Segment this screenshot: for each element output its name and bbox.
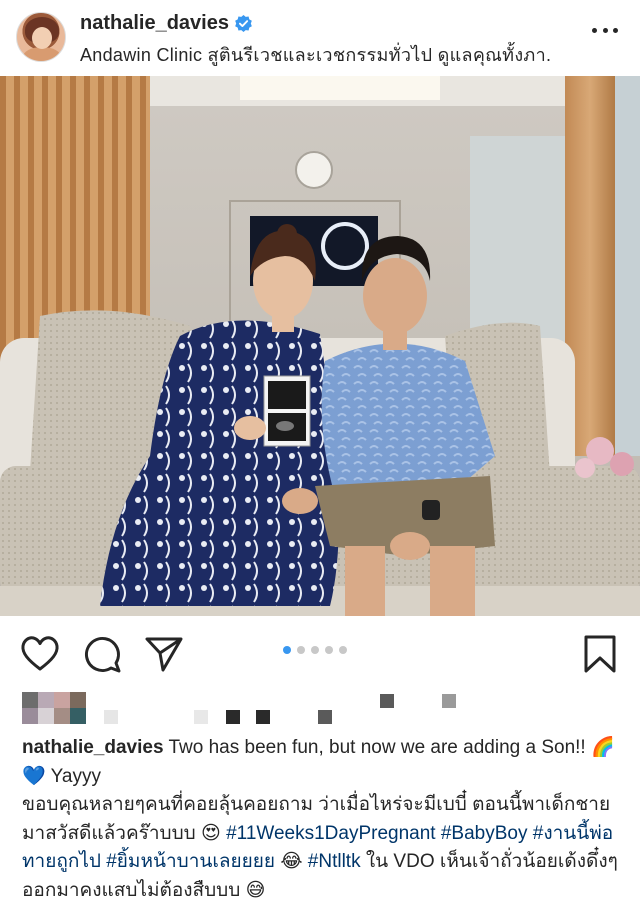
post-location[interactable]: Andawin Clinic สูตินรีเวชและเวชกรรมทั่วไ… [80,40,550,69]
username-row: nathalie_davies [80,12,252,35]
likes-pixelated [22,692,622,724]
hashtag-link[interactable]: #BabyBoy [441,823,528,844]
avatar-body [23,47,61,61]
caption-username[interactable]: nathalie_davies [22,737,164,758]
more-dot [592,28,597,33]
carousel-dot[interactable] [297,646,305,654]
avatar[interactable] [16,12,66,62]
heart-eyes-emoji-icon: 😍 [201,822,221,844]
hashtag-link[interactable]: #11Weeks1DayPregnant [226,823,435,844]
rainbow-emoji-icon: 🌈 [590,737,615,758]
carousel-indicator [283,646,347,654]
send-icon[interactable] [144,634,184,674]
laughing-emoji-icon: 😂 [280,851,303,872]
caption-text: Two has been fun, but now we are adding … [168,737,586,758]
photo-illustration [0,76,640,616]
heart-icon[interactable] [20,634,60,674]
avatar-face [32,27,52,49]
post-header: nathalie_davies Andawin Clinic สูตินรีเว… [0,0,640,76]
hashtag-link[interactable]: #ยิ้มหน้าบานเลยยยย [106,851,275,872]
carousel-dot[interactable] [283,646,291,654]
bookmark-icon[interactable] [580,634,620,674]
carousel-dot[interactable] [339,646,347,654]
post-photo[interactable] [0,76,640,616]
sweat-smile-emoji-icon: 😅 [245,879,266,901]
post-username[interactable]: nathalie_davies [80,12,229,35]
more-options-icon[interactable] [592,28,618,36]
carousel-dot[interactable] [311,646,319,654]
carousel-dot[interactable] [325,646,333,654]
blue-heart-emoji-icon: 💙 [22,765,46,787]
verified-badge-icon [235,15,252,32]
more-dot [602,28,608,33]
comment-icon[interactable] [82,634,122,674]
caption-text: Yayyy [50,765,101,787]
more-dot [613,28,618,33]
post-caption: nathalie_davies Two has been fun, but no… [22,734,622,905]
hashtag-link[interactable]: #Ntlltk [308,851,361,872]
